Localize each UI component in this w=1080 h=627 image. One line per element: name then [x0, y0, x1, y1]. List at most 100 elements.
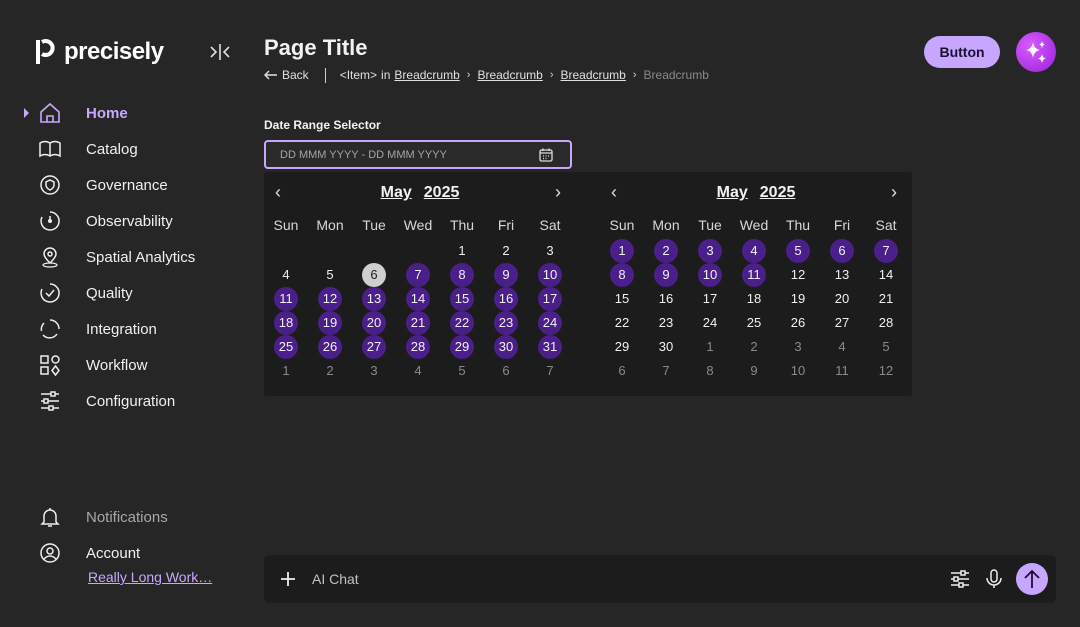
calendar-day[interactable]: 13: [830, 263, 854, 287]
calendar-day[interactable]: 1: [610, 239, 634, 263]
ai-assistant-button[interactable]: [1016, 32, 1056, 72]
calendar-day[interactable]: 21: [406, 311, 430, 335]
calendar-day[interactable]: 18: [742, 287, 766, 311]
calendar-day[interactable]: 7: [654, 359, 678, 383]
calendar-day[interactable]: 1: [274, 359, 298, 383]
calendar-day[interactable]: 21: [874, 287, 898, 311]
calendar-day[interactable]: 20: [362, 311, 386, 335]
calendar-day[interactable]: 18: [274, 311, 298, 335]
calendar-day[interactable]: 26: [318, 335, 342, 359]
calendar-day[interactable]: 16: [494, 287, 518, 311]
calendar-day[interactable]: 10: [698, 263, 722, 287]
calendar-day[interactable]: 2: [654, 239, 678, 263]
sidebar-item-governance[interactable]: Governance: [0, 167, 250, 203]
calendar-day[interactable]: 7: [406, 263, 430, 287]
microphone-icon[interactable]: [982, 567, 1006, 591]
collapse-sidebar-button[interactable]: [208, 40, 232, 64]
sidebar-item-workflow[interactable]: Workflow: [0, 347, 250, 383]
sidebar-item-account[interactable]: Account: [0, 535, 250, 571]
calendar-day[interactable]: 3: [362, 359, 386, 383]
calendar-day[interactable]: 15: [610, 287, 634, 311]
calendar-day[interactable]: 2: [742, 335, 766, 359]
breadcrumb-link-1[interactable]: Breadcrumb: [394, 68, 459, 82]
calendar-day[interactable]: 11: [742, 263, 766, 287]
calendar-day[interactable]: 30: [654, 335, 678, 359]
calendar-day[interactable]: 6: [830, 239, 854, 263]
calendar-day[interactable]: 31: [538, 335, 562, 359]
breadcrumb-link-3[interactable]: Breadcrumb: [560, 68, 625, 82]
calendar-day[interactable]: 28: [874, 311, 898, 335]
calendar-day[interactable]: 10: [786, 359, 810, 383]
calendar-day[interactable]: 2: [494, 239, 518, 263]
workspace-link[interactable]: Really Long Work…: [88, 569, 212, 585]
calendar-day[interactable]: 9: [654, 263, 678, 287]
calendar-icon[interactable]: [538, 147, 554, 163]
calendar-day[interactable]: 24: [698, 311, 722, 335]
calendar-day[interactable]: 25: [742, 311, 766, 335]
calendar-day[interactable]: 14: [874, 263, 898, 287]
breadcrumb-link-2[interactable]: Breadcrumb: [477, 68, 542, 82]
calendar-day[interactable]: 8: [450, 263, 474, 287]
month-select[interactable]: May: [717, 184, 748, 201]
calendar-day[interactable]: 17: [698, 287, 722, 311]
calendar-day[interactable]: 2: [318, 359, 342, 383]
year-select[interactable]: 2025: [424, 184, 460, 201]
calendar-day[interactable]: 5: [786, 239, 810, 263]
sidebar-item-catalog[interactable]: Catalog: [0, 131, 250, 167]
calendar-day[interactable]: 9: [494, 263, 518, 287]
sidebar-item-spatial-analytics[interactable]: Spatial Analytics: [0, 239, 250, 275]
calendar-day[interactable]: 1: [450, 239, 474, 263]
date-range-input[interactable]: DD MMM YYYY - DD MMM YYYY: [264, 140, 572, 169]
calendar-day[interactable]: 15: [450, 287, 474, 311]
calendar-day[interactable]: 3: [786, 335, 810, 359]
calendar-day[interactable]: 4: [274, 263, 298, 287]
calendar-day[interactable]: 3: [698, 239, 722, 263]
next-month-button[interactable]: ›: [555, 182, 561, 203]
calendar-day[interactable]: 9: [742, 359, 766, 383]
calendar-day[interactable]: 28: [406, 335, 430, 359]
calendar-day[interactable]: 1: [698, 335, 722, 359]
back-link[interactable]: Back: [264, 68, 309, 82]
calendar-day[interactable]: 12: [874, 359, 898, 383]
calendar-day[interactable]: 5: [318, 263, 342, 287]
calendar-day[interactable]: 6: [610, 359, 634, 383]
calendar-day[interactable]: 6: [494, 359, 518, 383]
sidebar-item-quality[interactable]: Quality: [0, 275, 250, 311]
next-month-button[interactable]: ›: [891, 182, 897, 203]
filter-sliders-icon[interactable]: [948, 567, 972, 591]
calendar-day[interactable]: 12: [786, 263, 810, 287]
calendar-day[interactable]: 8: [698, 359, 722, 383]
year-select[interactable]: 2025: [760, 184, 796, 201]
plus-icon[interactable]: [276, 567, 300, 591]
calendar-day[interactable]: 4: [830, 335, 854, 359]
calendar-day[interactable]: 17: [538, 287, 562, 311]
sidebar-item-integration[interactable]: Integration: [0, 311, 250, 347]
calendar-day[interactable]: 7: [538, 359, 562, 383]
calendar-day[interactable]: 16: [654, 287, 678, 311]
calendar-day[interactable]: 3: [538, 239, 562, 263]
calendar-day[interactable]: 26: [786, 311, 810, 335]
calendar-day[interactable]: 14: [406, 287, 430, 311]
calendar-day[interactable]: 11: [830, 359, 854, 383]
calendar-day[interactable]: 4: [406, 359, 430, 383]
calendar-day[interactable]: 27: [362, 335, 386, 359]
calendar-day[interactable]: 23: [654, 311, 678, 335]
calendar-day[interactable]: 22: [450, 311, 474, 335]
calendar-day[interactable]: 5: [450, 359, 474, 383]
calendar-day[interactable]: 8: [610, 263, 634, 287]
calendar-day[interactable]: 19: [786, 287, 810, 311]
sidebar-item-configuration[interactable]: Configuration: [0, 383, 250, 419]
calendar-day[interactable]: 10: [538, 263, 562, 287]
calendar-day[interactable]: 30: [494, 335, 518, 359]
calendar-day[interactable]: 22: [610, 311, 634, 335]
sidebar-item-observability[interactable]: Observability: [0, 203, 250, 239]
calendar-day[interactable]: 27: [830, 311, 854, 335]
primary-button[interactable]: Button: [924, 36, 1000, 68]
calendar-day[interactable]: 25: [274, 335, 298, 359]
calendar-day[interactable]: 7: [874, 239, 898, 263]
calendar-day[interactable]: 12: [318, 287, 342, 311]
calendar-day[interactable]: 24: [538, 311, 562, 335]
calendar-day[interactable]: 20: [830, 287, 854, 311]
calendar-day[interactable]: 19: [318, 311, 342, 335]
month-select[interactable]: May: [381, 184, 412, 201]
